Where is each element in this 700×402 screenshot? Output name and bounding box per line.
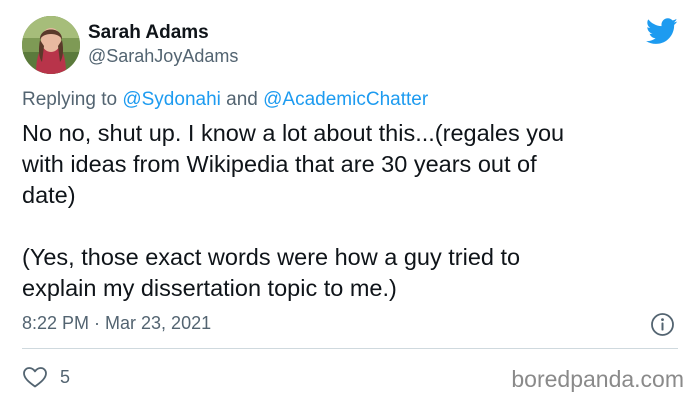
user-handle[interactable]: @SarahJoyAdams	[88, 46, 238, 67]
tweet-text-line: explain my dissertation topic to me.)	[22, 275, 397, 301]
divider	[22, 348, 678, 349]
like-count: 5	[60, 366, 71, 387]
mention-link-sydonahi[interactable]: @Sydonahi	[122, 89, 221, 110]
tweet-text-line: date)	[22, 182, 76, 208]
mention-link-academicchatter[interactable]: @AcademicChatter	[263, 89, 428, 110]
tweet-body: No no, shut up. I know a lot about this.…	[22, 118, 682, 304]
tweet-text-line: with ideas from Wikipedia that are 30 ye…	[22, 151, 537, 177]
heart-icon	[22, 365, 48, 389]
avatar[interactable]	[22, 16, 80, 74]
reply-prefix: Replying to	[22, 89, 123, 110]
avatar-image	[22, 16, 80, 74]
display-name[interactable]: Sarah Adams	[88, 22, 209, 44]
tweet-text-line: No no, shut up. I know a lot about this.…	[22, 120, 565, 146]
tweet-timestamp[interactable]: 8:22 PM · Mar 23, 2021	[22, 313, 211, 334]
reply-context: Replying to @Sydonahi and @AcademicChatt…	[22, 89, 428, 111]
tweet-card: Sarah Adams @SarahJoyAdams Replying to @…	[0, 0, 700, 402]
info-icon[interactable]	[650, 312, 675, 337]
watermark: boredpanda.com	[511, 366, 684, 392]
reply-conjunction: and	[220, 89, 264, 110]
twitter-bird-icon[interactable]	[646, 18, 678, 45]
like-button[interactable]: 5	[22, 364, 70, 390]
tweet-text-line: (Yes, those exact words were how a guy t…	[22, 244, 521, 270]
